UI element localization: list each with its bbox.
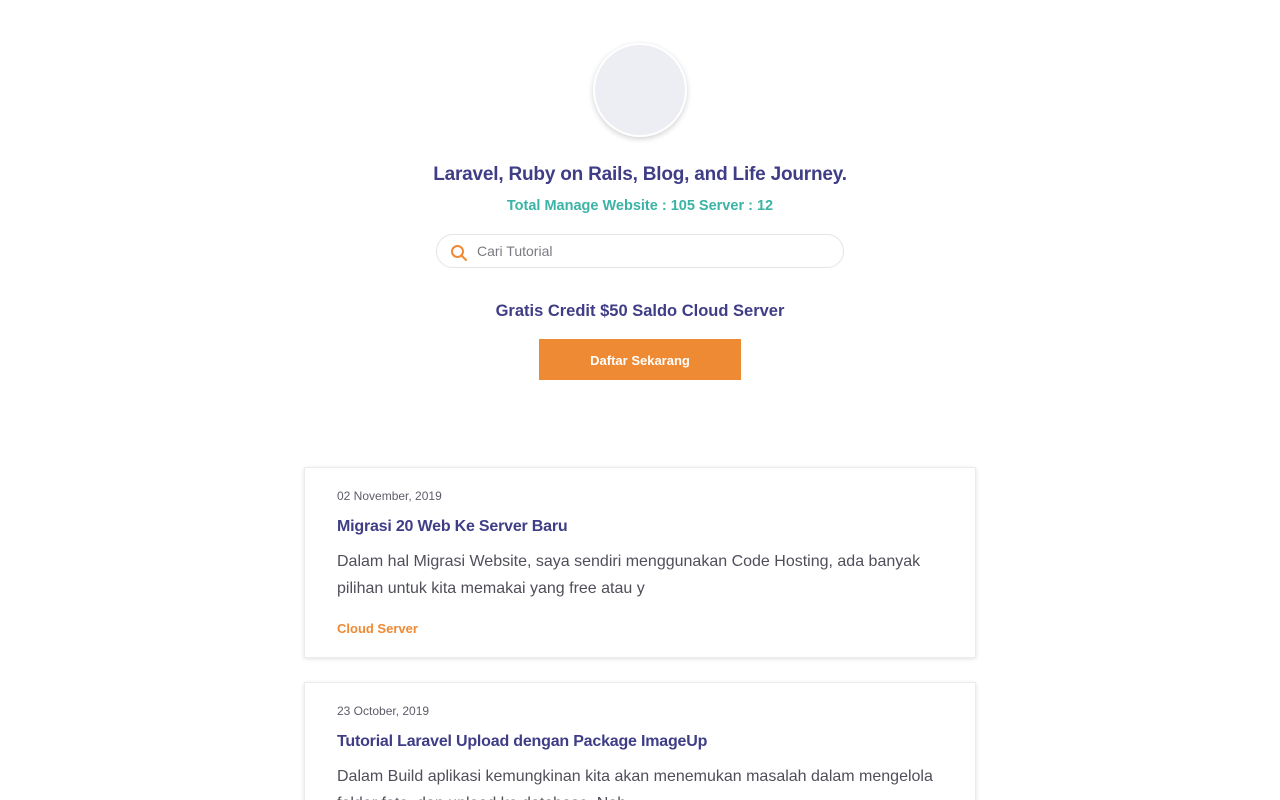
- search-bar[interactable]: [436, 234, 844, 268]
- post-excerpt: Dalam Build aplikasi kemungkinan kita ak…: [337, 768, 933, 800]
- page: Laravel, Ruby on Rails, Blog, and Life J…: [0, 0, 1280, 800]
- site-stats: Total Manage Website : 105 Server : 12: [506, 198, 774, 214]
- post-title-link[interactable]: Migrasi 20 Web Ke Server Baru: [337, 518, 568, 536]
- post-title-link[interactable]: Tutorial Laravel Upload dengan Package I…: [337, 733, 707, 751]
- post-date: 23 October, 2019: [337, 704, 430, 718]
- avatar: [593, 43, 687, 137]
- site-tagline: Laravel, Ruby on Rails, Blog, and Life J…: [433, 164, 847, 185]
- post-card: 02 November, 2019 Migrasi 20 Web Ke Serv…: [304, 467, 976, 658]
- post-date: 02 November, 2019: [337, 489, 442, 503]
- post-card: 23 October, 2019 Tutorial Laravel Upload…: [304, 682, 976, 800]
- post-excerpt: Dalam hal Migrasi Website, saya sendiri …: [337, 553, 921, 597]
- promo-headline: Gratis Credit $50 Saldo Cloud Server: [495, 302, 785, 320]
- search-input[interactable]: [477, 239, 832, 263]
- post-category-link[interactable]: Cloud Server: [337, 621, 418, 636]
- search-icon: [450, 244, 468, 262]
- signup-button[interactable]: Daftar Sekarang: [539, 339, 741, 380]
